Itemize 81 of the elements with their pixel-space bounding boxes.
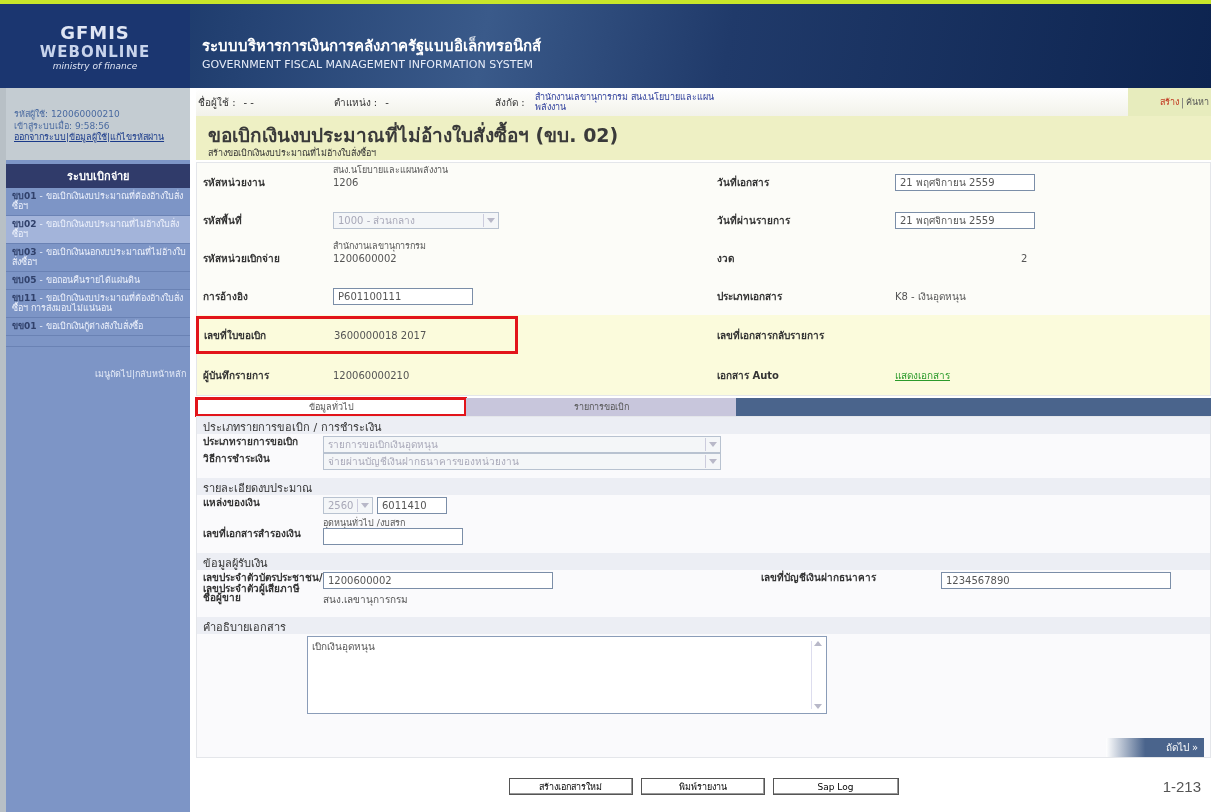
- field-label: ประเภทเอกสาร: [717, 289, 783, 304]
- separator-text: |: [107, 132, 111, 142]
- input-field[interactable]: [323, 528, 463, 546]
- field-note: สำนักงานเลขานุการกรม: [333, 239, 426, 253]
- document-link[interactable]: แสดงเอกสาร: [895, 367, 950, 383]
- field-value: 3600000018 2017: [334, 329, 427, 341]
- action-button[interactable]: สร้างเอกสารใหม่: [508, 778, 633, 795]
- field-label: เลขที่ใบขอเบิก: [204, 327, 267, 343]
- department-value: สำนักงานเลขานุการกรม สนง.นโยบายและแผนพลังงาน: [534, 92, 716, 112]
- info-value: - -: [243, 96, 255, 108]
- field-label: ประเภทรายการขอเบิก: [203, 436, 299, 447]
- system-title: ระบบบริหารการเงินการคลังภาครัฐแบบอิเล็กทรอนิกส์: [202, 35, 541, 58]
- field-label: เลขที่เอกสารกลับรายการ: [717, 327, 825, 343]
- dropdown-arrow-icon: [705, 438, 720, 451]
- menu-item[interactable]: ขบ02 - ขอเบิกเงินงบประมาณที่ไม่อ้างใบสั่งซื้อฯ: [6, 216, 190, 244]
- logo-text: ministry of finance: [52, 60, 138, 71]
- menu-title: ระบบเบิกจ่าย: [6, 164, 190, 188]
- menu-item[interactable]: ขข01 - ขอเบิกเงินกู้ต่างสังใบสั่งซื้อ: [6, 318, 190, 336]
- page-number: 1-213: [1162, 778, 1201, 795]
- user-id: รหัสผู้ใช้: 120060000210: [14, 108, 121, 120]
- field-label: รหัสหน่วยเบิกจ่าย: [203, 251, 281, 266]
- field-label: ผู้บันทึกรายการ: [203, 368, 270, 383]
- tab[interactable]: รายการขอเบิก: [466, 398, 736, 416]
- section-header: รายละเอียดงบประมาณ: [197, 478, 1210, 495]
- info-value: -: [385, 96, 390, 108]
- field-label: วันที่ผ่านรายการ: [717, 212, 791, 228]
- field-label: เลขที่เอกสารสำรองเงิน: [203, 528, 302, 540]
- field-note: สนง.นโยบายและแผนพลังงาน: [333, 163, 448, 177]
- text-area[interactable]: เบิกเงินอุดหนุน: [307, 636, 827, 714]
- input-field[interactable]: 6011410: [377, 497, 447, 514]
- input-field[interactable]: 21 พฤศจิกายน 2559: [895, 211, 1035, 229]
- field-label: วันที่เอกสาร: [717, 174, 770, 190]
- section-header: ประเภทรายการขอเบิก / การชำระเงิน: [197, 417, 1210, 434]
- logo-text: GFMIS: [60, 21, 130, 43]
- info-label: สังกัด :: [495, 95, 525, 110]
- login-time: เข้าสู่ระบบเมื่อ: 9:58:56: [14, 120, 111, 132]
- section-header: คำอธิบายเอกสาร: [197, 617, 1210, 634]
- system-subtitle: GOVERNMENT FISCAL MANAGEMENT INFORMATION SYSTEM: [202, 58, 534, 71]
- next-button[interactable]: ถัดไป »: [1105, 738, 1204, 757]
- menu-item[interactable]: ขบ05 - ขอถอนคืนรายได้แผ่นดิน: [6, 272, 190, 290]
- info-label: ตำแหน่ง :: [333, 95, 378, 110]
- field-label: รหัสหน่วยงาน: [203, 175, 266, 190]
- field-label: วิธีการชำระเงิน: [203, 453, 271, 464]
- field-value: 1200600002: [333, 252, 397, 264]
- separator-text: |: [131, 369, 135, 379]
- input-field[interactable]: 1200600002: [323, 572, 553, 590]
- input-field[interactable]: P601100111: [333, 287, 473, 305]
- menu-item[interactable]: ขบ11 - ขอเบิกเงินงบประมาณที่ต้องอ้างใบสั่งซื้อฯ การส่งมอบไม่แน่นอน: [6, 290, 190, 318]
- field-label: เอกสาร Auto: [717, 368, 780, 383]
- field-value: 120060000210: [333, 369, 410, 381]
- action-link[interactable]: ค้นหา: [1184, 95, 1211, 109]
- dropdown-arrow-icon: [483, 213, 498, 227]
- action-button[interactable]: Sap Log: [772, 778, 899, 795]
- dropdown-arrow-icon: [357, 499, 372, 512]
- input-field[interactable]: 21 พฤศจิกายน 2559: [895, 173, 1035, 191]
- separator-text: |: [66, 132, 70, 142]
- tab[interactable]: ข้อมูลทั่วไป: [196, 398, 466, 416]
- scroll-down-icon[interactable]: [814, 704, 822, 709]
- field-value: 1206: [333, 176, 359, 188]
- logo-text: WEBONLINE: [39, 42, 151, 61]
- input-field[interactable]: 1234567890: [941, 572, 1171, 590]
- action-link[interactable]: สร้าง: [1157, 95, 1181, 109]
- field-value: สนง.เลขานุการกรม: [323, 593, 409, 607]
- field-label: แหล่งของเงิน: [203, 497, 261, 508]
- field-label: การอ้างอิง: [203, 289, 249, 304]
- field-value: 2: [1020, 252, 1028, 264]
- sidebar-link[interactable]: แก้ไขรหัสผ่าน: [110, 132, 165, 142]
- sidebar-link[interactable]: ข้อมูลผู้ใช้: [69, 132, 108, 142]
- menu-item[interactable]: ขบ03 - ขอเบิกเงินนอกงบประมาณที่ไม่อ้างใบสั่งซื้อฯ: [6, 244, 190, 272]
- section-header: ข้อมูลผู้รับเงิน: [197, 553, 1210, 571]
- field-value: K8 - เงินอุดหนุน: [895, 289, 966, 304]
- field-label: เลขที่บัญชีเงินฝากธนาคาร: [761, 572, 877, 584]
- dropdown-arrow-icon: [705, 455, 720, 468]
- action-button[interactable]: พิมพ์รายงาน: [640, 778, 765, 795]
- sidebar-link[interactable]: ออกจากระบบ: [14, 132, 66, 142]
- page-subtitle: สร้างขอเบิกเงินงบประมาณที่ไม่อ้างใบสั่งซื้อฯ: [208, 146, 377, 160]
- field-label: งวด: [717, 251, 735, 266]
- separator-text: |: [1180, 96, 1184, 108]
- scroll-up-icon[interactable]: [814, 641, 822, 646]
- field-label: รหัสพื้นที่: [203, 212, 243, 228]
- info-label: ชื่อผู้ใช้ :: [198, 94, 236, 110]
